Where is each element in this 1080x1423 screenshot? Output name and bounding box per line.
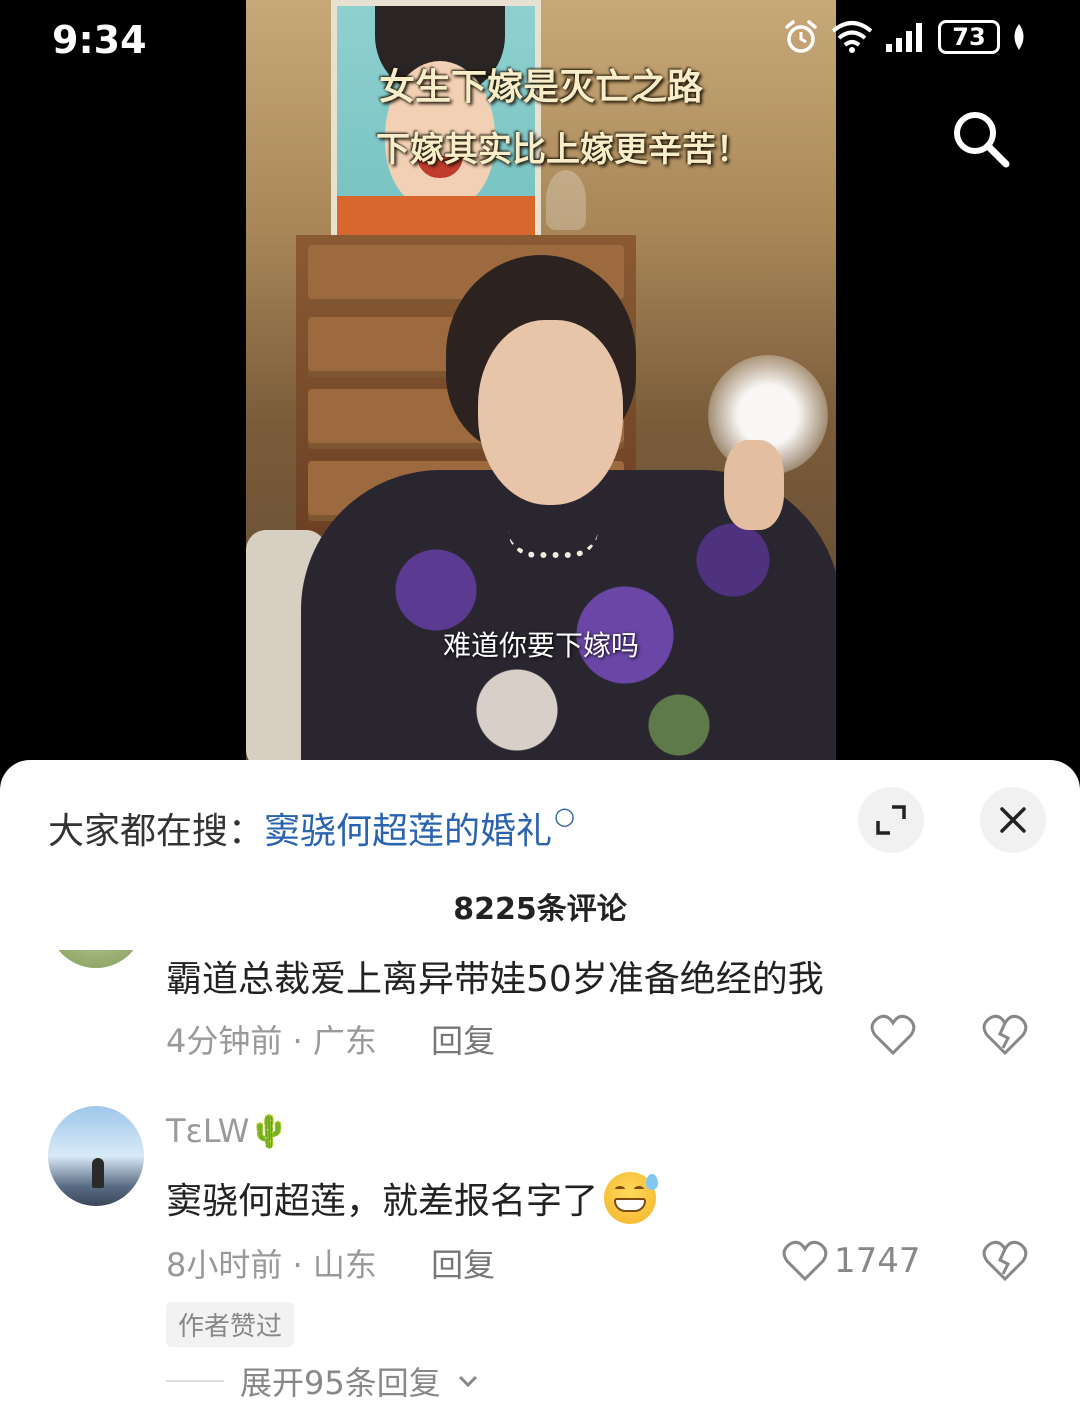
avatar[interactable]: [48, 950, 144, 968]
video-headline-line2: 下嫁其实比上嫁更辛苦！: [376, 130, 750, 170]
close-button[interactable]: [980, 787, 1046, 853]
speaker-hand: [724, 440, 784, 530]
lamp: [546, 170, 586, 230]
reply-button[interactable]: 回复: [431, 1246, 495, 1284]
expand-replies-button[interactable]: 展开95条回复: [166, 1358, 479, 1404]
chevron-down-icon: [458, 1375, 477, 1388]
expand-icon: [876, 805, 906, 835]
dislike-broken-heart-icon[interactable]: [982, 1014, 1028, 1056]
avatar[interactable]: [48, 1106, 144, 1206]
comment-text: 窦骁何超莲，就差报名字了: [166, 1181, 599, 1222]
video-headline-line1: 女生下嫁是灭亡之路: [378, 66, 703, 108]
background-poster: [331, 0, 541, 241]
wifi-icon: [831, 21, 873, 53]
signal-icon: [886, 23, 922, 52]
battery-icon: 73: [938, 20, 1000, 54]
heart-icon: [870, 1014, 916, 1056]
like-button[interactable]: [870, 1014, 916, 1056]
trending-search[interactable]: 大家都在搜： 窦骁何超莲的婚礼 ○: [48, 802, 575, 854]
comment-location: 山东: [312, 1246, 377, 1284]
status-icons: 73: [782, 18, 1028, 56]
comment-time: 8小时前: [166, 1246, 283, 1284]
video-subtitle: 难道你要下嫁吗: [442, 629, 639, 662]
comment-meta: 8小时前 · 山东 回复: [166, 1246, 496, 1284]
alarm-icon: [785, 20, 817, 53]
comment-body: 窦骁何超莲，就差报名字了: [166, 1172, 659, 1224]
status-time: 9:34: [52, 18, 147, 62]
expand-replies-label: 展开95条回复: [240, 1364, 441, 1402]
trending-query-link[interactable]: 窦骁何超莲的婚礼: [264, 802, 552, 854]
comment-meta: 4分钟前 · 广东 回复: [166, 1022, 496, 1060]
comment-sheet: 大家都在搜： 窦骁何超莲的婚礼 ○ 8225条评论 霸道总裁爱上离异带娃50岁准…: [0, 760, 1080, 1423]
trending-search-icon: ○: [554, 802, 575, 830]
dislike-broken-heart-icon[interactable]: [982, 1240, 1028, 1282]
comment-text: 霸道总裁爱上离异带娃50岁准备绝经的我: [166, 959, 824, 1000]
pearl-necklace: [508, 530, 598, 558]
comment-location: 广东: [312, 1022, 377, 1060]
heart-icon: [782, 1240, 828, 1282]
author-liked-badge: 作者赞过: [166, 1302, 295, 1347]
video-player[interactable]: 女生下嫁是灭亡之路 下嫁其实比上嫁更辛苦！ 难道你要下嫁吗: [246, 0, 836, 770]
like-button[interactable]: 1747: [782, 1240, 921, 1282]
speaker-face: [478, 320, 623, 505]
comment-time: 4分钟前: [166, 1022, 283, 1060]
expand-button[interactable]: [858, 787, 924, 853]
comment-username[interactable]: TεLW🌵: [166, 1112, 289, 1150]
search-icon[interactable]: [948, 106, 1012, 170]
grimace-sweat-emoji-icon: [604, 1172, 659, 1224]
comment-count: 8225条评论: [453, 892, 627, 927]
username-text: TεLW🌵: [166, 1112, 290, 1150]
comment-list: 霸道总裁爱上离异带娃50岁准备绝经的我 4分钟前 · 广东 回复 TεLW🌵 窦…: [0, 950, 1080, 1423]
reply-button[interactable]: 回复: [431, 1022, 495, 1060]
leaf-icon: [1014, 24, 1024, 50]
divider-line: [166, 1380, 224, 1382]
trending-label: 大家都在搜：: [48, 811, 265, 852]
like-count: 1747: [834, 1241, 921, 1281]
close-icon: [1000, 807, 1026, 833]
